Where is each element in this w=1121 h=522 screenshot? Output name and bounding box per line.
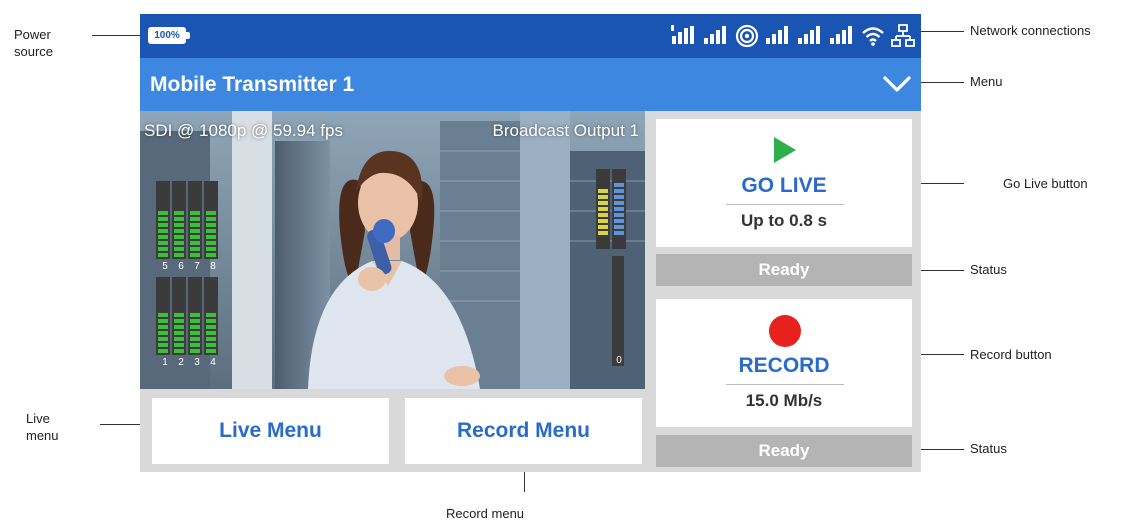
audio-meters-5-8	[156, 181, 218, 259]
annotation-record-menu: Record menu	[446, 506, 525, 521]
meter-label-3: 3	[194, 357, 200, 368]
audio-meter	[172, 277, 186, 355]
meter-label-6: 6	[178, 261, 184, 272]
output-meter	[596, 169, 610, 249]
network-icon[interactable]	[891, 24, 915, 48]
audio-meter	[188, 277, 202, 355]
audio-meter	[156, 277, 170, 355]
target-icon[interactable]	[735, 24, 759, 48]
video-format-label: SDI @ 1080p @ 59.94 fps	[144, 121, 343, 140]
annotation-power-source: Power source	[14, 27, 54, 59]
output-meter	[612, 169, 626, 249]
battery-indicator: 100%	[148, 27, 190, 44]
output-meters	[596, 169, 626, 249]
record-button[interactable]: RECORD 15.0 Mb/s	[656, 299, 912, 427]
record-status: Ready	[656, 435, 912, 467]
live-menu-button[interactable]: Live Menu	[152, 398, 389, 464]
signal-5-icon[interactable]	[829, 25, 855, 47]
record-divider	[726, 384, 844, 385]
record-label: RECORD	[738, 354, 830, 377]
meter-label-8: 8	[210, 261, 216, 272]
signal-2-icon[interactable]	[703, 25, 729, 47]
go-live-divider	[726, 204, 844, 205]
leader-power	[92, 35, 142, 36]
signal-3-icon[interactable]	[765, 25, 791, 47]
play-icon	[772, 136, 798, 169]
meter-label-4: 4	[210, 357, 216, 368]
audio-meters-1-4	[156, 277, 218, 355]
annotation-status-1: Status	[970, 262, 1007, 277]
annotation-record-button: Record button	[970, 347, 1052, 362]
go-live-status: Ready	[656, 254, 912, 286]
page-title: Mobile Transmitter 1	[150, 73, 355, 96]
signal-4-icon[interactable]	[797, 25, 823, 47]
audio-meter	[156, 181, 170, 259]
record-bitrate: 15.0 Mb/s	[745, 391, 823, 410]
chevron-down-icon[interactable]	[879, 66, 915, 102]
network-icons	[671, 22, 915, 50]
meter-label-2: 2	[178, 357, 184, 368]
transmitter-screen: 100% Mobile Transmitter 1 SDI @ 1080p @ …	[140, 14, 921, 472]
signal-1-icon[interactable]	[671, 25, 697, 47]
audio-meter	[172, 181, 186, 259]
annotation-go-live-button: Go Live button	[1003, 176, 1088, 191]
audio-meter	[204, 277, 218, 355]
video-preview: SDI @ 1080p @ 59.94 fps Broadcast Output…	[140, 111, 645, 389]
output-meter-track	[612, 256, 624, 366]
annotation-network-connections: Network connections	[970, 23, 1091, 38]
go-live-button[interactable]: GO LIVE Up to 0.8 s	[656, 119, 912, 247]
audio-meter	[188, 181, 202, 259]
status-bar: 100%	[140, 14, 921, 58]
audio-meter	[204, 181, 218, 259]
title-bar: Mobile Transmitter 1	[140, 58, 921, 111]
video-output-label: Broadcast Output 1	[492, 121, 639, 140]
annotation-status-2: Status	[970, 441, 1007, 456]
meter-label-7: 7	[194, 261, 200, 272]
annotation-menu: Menu	[970, 74, 1003, 89]
wifi-icon[interactable]	[861, 25, 885, 47]
go-live-label: GO LIVE	[741, 174, 827, 197]
record-menu-button[interactable]: Record Menu	[405, 398, 642, 464]
output-meter-label: 0	[616, 355, 622, 366]
meter-label-5: 5	[162, 261, 168, 272]
annotation-live-menu: Live menu	[26, 411, 59, 443]
record-dot-icon	[769, 315, 801, 347]
go-live-latency: Up to 0.8 s	[741, 211, 827, 230]
meter-label-1: 1	[162, 357, 168, 368]
